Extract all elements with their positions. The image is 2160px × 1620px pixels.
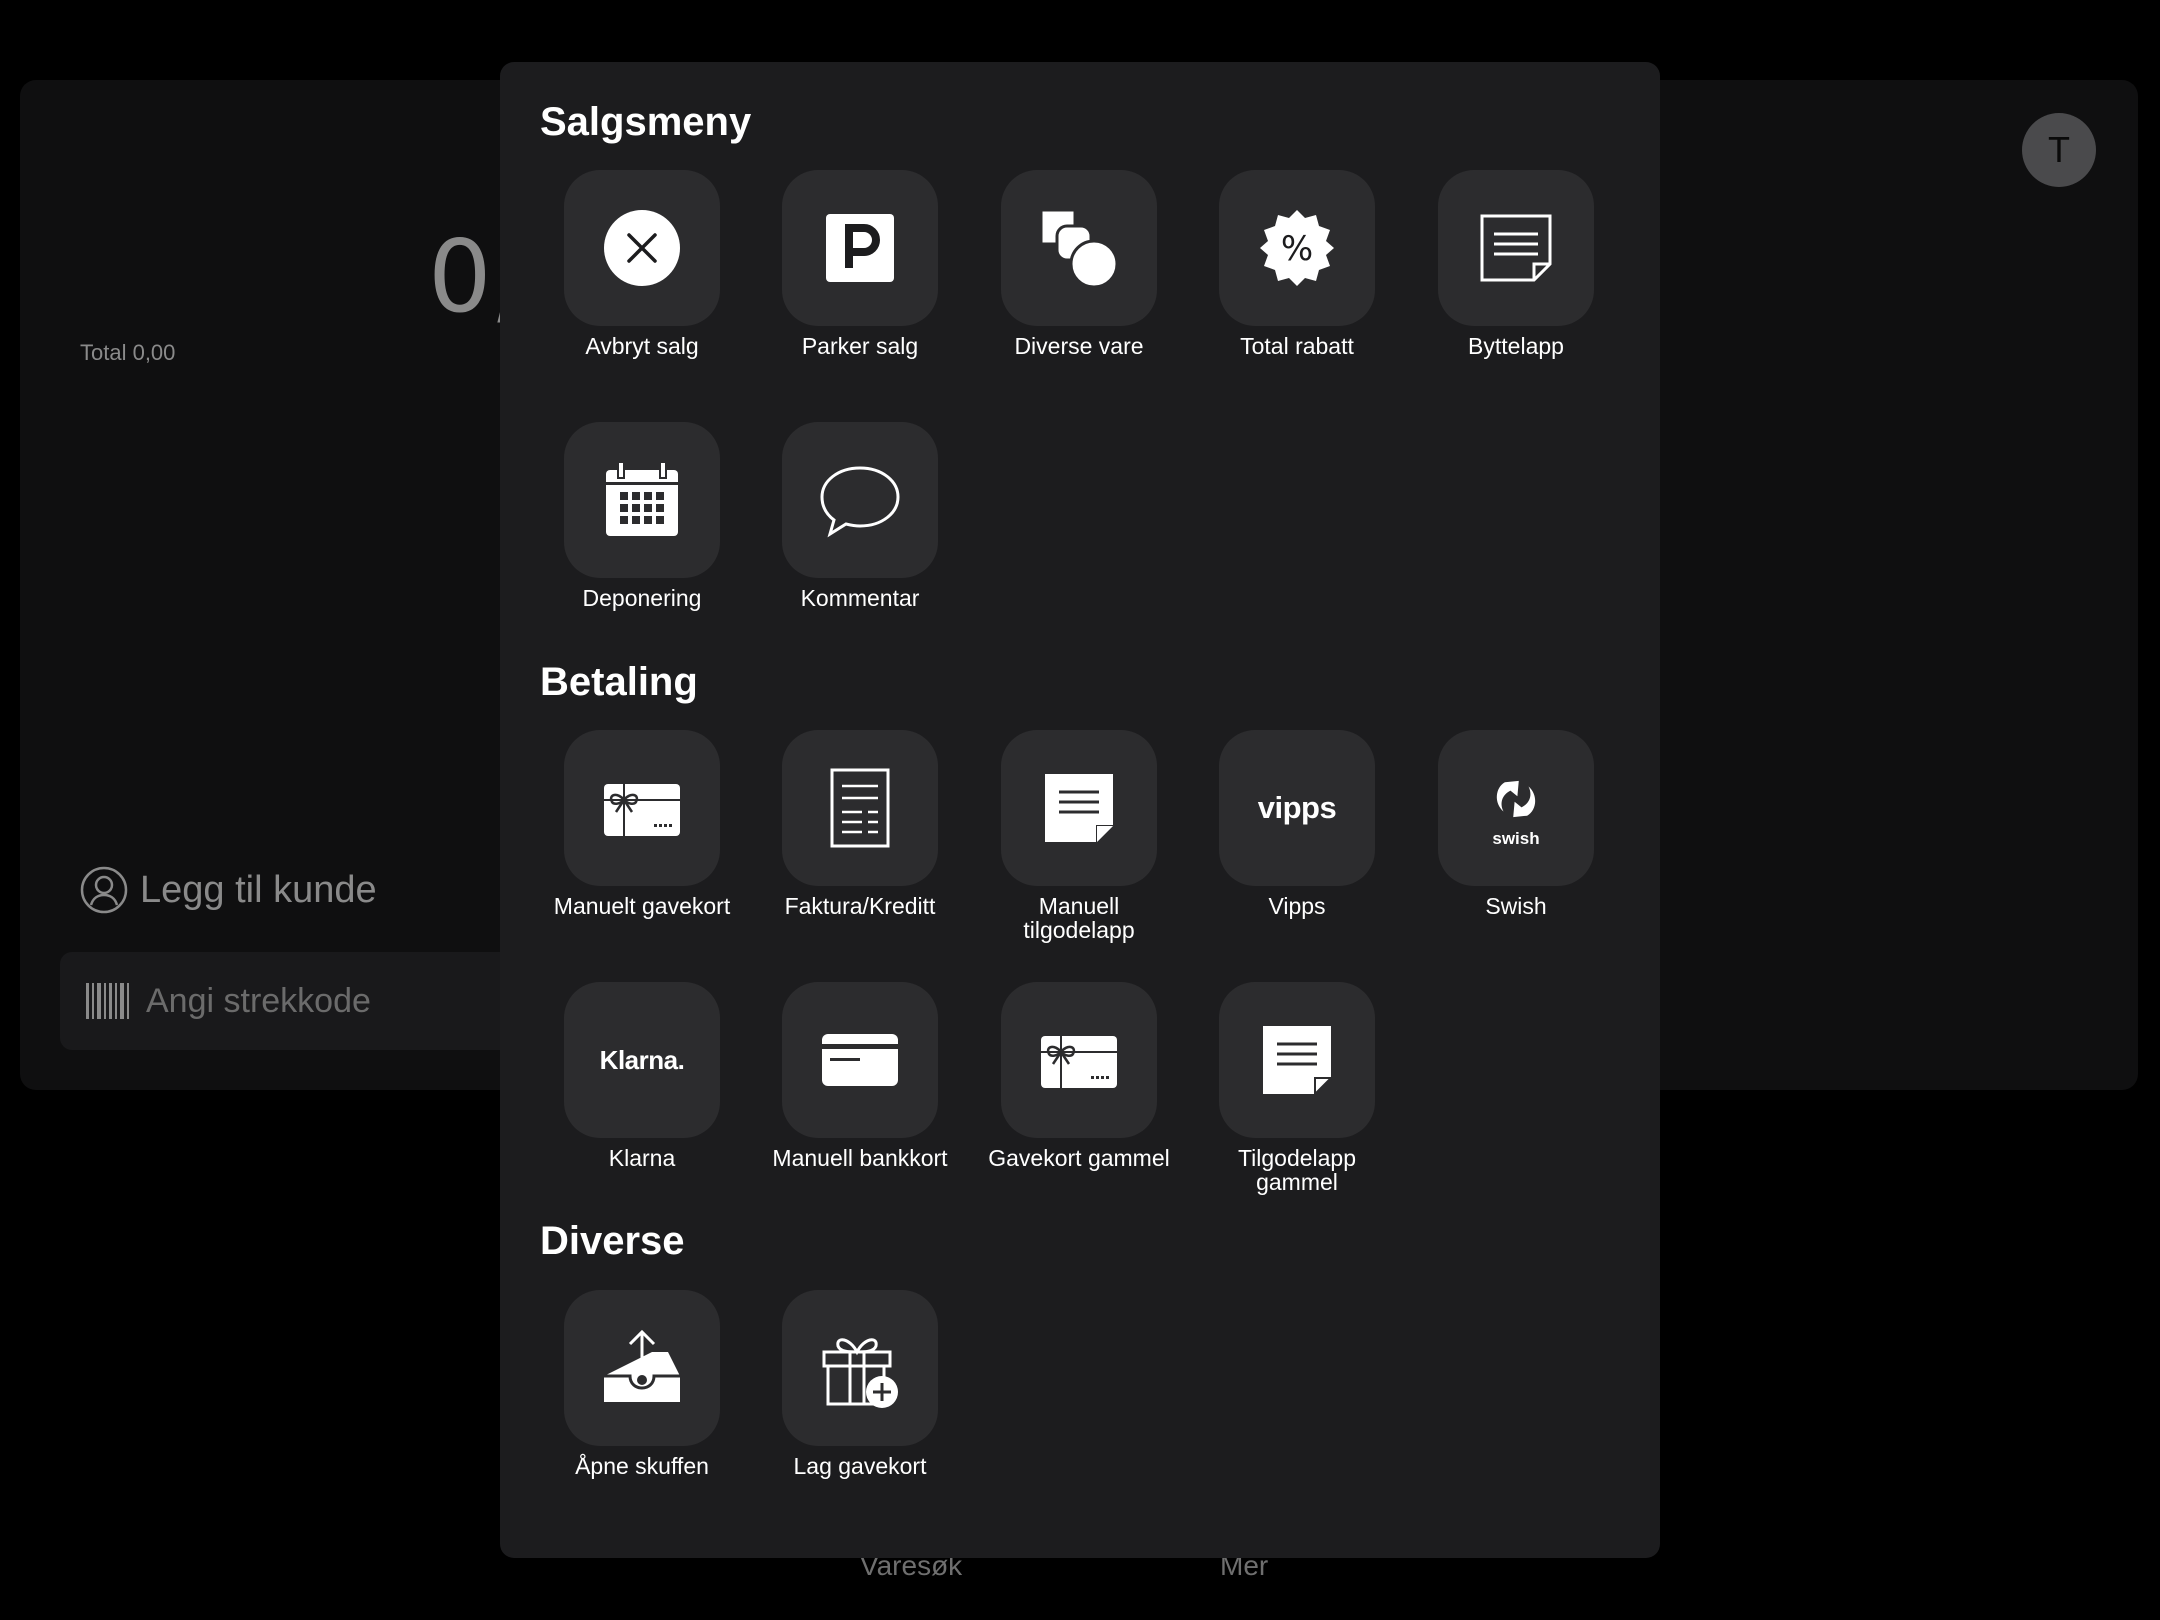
tile-label: Kommentar bbox=[800, 585, 920, 611]
tile-klarna[interactable]: Klarna. Klarna bbox=[542, 982, 742, 1170]
klarna-logo: Klarna. bbox=[599, 1044, 685, 1075]
invoice-credit-button[interactable] bbox=[782, 730, 938, 886]
tile-manual-gift-card[interactable]: Manuelt gavekort bbox=[542, 730, 742, 918]
tile-swish[interactable]: swish Swish bbox=[1416, 730, 1616, 918]
open-drawer-icon bbox=[604, 1329, 680, 1402]
tile-label: Klarna bbox=[608, 1145, 676, 1171]
note-icon bbox=[1480, 214, 1552, 282]
speech-bubble-icon bbox=[820, 466, 900, 538]
calendar-icon bbox=[606, 461, 678, 536]
tile-label: Tilgodelapp gammel bbox=[1237, 1145, 1357, 1195]
tile-label: Manuell bankkort bbox=[772, 1145, 948, 1171]
discount-badge-icon: % bbox=[1260, 210, 1334, 286]
section-title-salgsmeny: Salgsmeny bbox=[540, 100, 752, 144]
vipps-button[interactable]: vipps bbox=[1219, 730, 1375, 886]
sticky-note-icon bbox=[1045, 774, 1113, 842]
comment-button[interactable] bbox=[782, 422, 938, 578]
tile-comment[interactable]: Kommentar bbox=[760, 422, 960, 610]
manual-credit-note-button[interactable] bbox=[1001, 730, 1157, 886]
tile-total-discount[interactable]: % Total rabatt bbox=[1197, 170, 1397, 358]
tile-create-gift-card[interactable]: Lag gavekort bbox=[760, 1290, 960, 1478]
create-gift-card-button[interactable] bbox=[782, 1290, 938, 1446]
vipps-logo: vipps bbox=[1257, 790, 1337, 825]
old-gift-card-button[interactable] bbox=[1001, 982, 1157, 1138]
tile-label: Manuell tilgodelapp bbox=[1023, 893, 1135, 943]
svg-text:%: % bbox=[1281, 229, 1313, 269]
open-drawer-button[interactable] bbox=[564, 1290, 720, 1446]
tile-manual-credit-note[interactable]: Manuell tilgodelapp bbox=[979, 730, 1179, 942]
swish-logo bbox=[1496, 780, 1536, 818]
tile-park-sale[interactable]: Parker salg bbox=[760, 170, 960, 358]
tile-label: Deponering bbox=[582, 585, 702, 611]
total-discount-button[interactable]: % bbox=[1219, 170, 1375, 326]
tile-label: Gavekort gammel bbox=[988, 1145, 1170, 1171]
tile-label: Total rabatt bbox=[1240, 333, 1354, 359]
swish-button[interactable]: swish bbox=[1438, 730, 1594, 886]
tile-label: Åpne skuffen bbox=[575, 1453, 709, 1479]
sales-menu-modal: Salgsmeny Avbryt salg Parker salg Divers… bbox=[500, 62, 1660, 1558]
user-icon bbox=[80, 866, 128, 914]
tile-deposit[interactable]: Deponering bbox=[542, 422, 742, 610]
tile-label: Diverse vare bbox=[1014, 333, 1144, 359]
manual-gift-card-button[interactable] bbox=[564, 730, 720, 886]
tile-label: Faktura/Kreditt bbox=[784, 893, 936, 919]
section-title-betaling: Betaling bbox=[540, 660, 698, 704]
parking-icon bbox=[826, 214, 894, 282]
cancel-circle-icon bbox=[604, 210, 680, 286]
barcode-icon bbox=[86, 983, 129, 1019]
klarna-button[interactable]: Klarna. bbox=[564, 982, 720, 1138]
swish-wordmark: swish bbox=[1492, 829, 1540, 848]
shapes-icon bbox=[1039, 208, 1119, 289]
section-title-diverse: Diverse bbox=[540, 1219, 685, 1263]
sale-total: Total 0,00 bbox=[80, 340, 176, 365]
manual-bank-card-button[interactable] bbox=[782, 982, 938, 1138]
tile-invoice-credit[interactable]: Faktura/Kreditt bbox=[760, 730, 960, 918]
tile-open-drawer[interactable]: Åpne skuffen bbox=[542, 1290, 742, 1478]
invoice-icon bbox=[830, 768, 890, 848]
sticky-note-icon bbox=[1263, 1026, 1334, 1097]
tile-label: Manuelt gavekort bbox=[553, 893, 731, 919]
tile-label: Byttelapp bbox=[1468, 333, 1564, 359]
park-sale-button[interactable] bbox=[782, 170, 938, 326]
tile-misc-item[interactable]: Diverse vare bbox=[979, 170, 1179, 358]
old-credit-note-button[interactable] bbox=[1219, 982, 1375, 1138]
deposit-button[interactable] bbox=[564, 422, 720, 578]
tile-old-credit-note[interactable]: Tilgodelapp gammel bbox=[1197, 982, 1397, 1194]
gift-card-icon bbox=[1041, 1036, 1117, 1088]
tile-label: Parker salg bbox=[801, 333, 919, 359]
tile-label: Vipps bbox=[1268, 893, 1326, 919]
tile-label: Lag gavekort bbox=[793, 1453, 927, 1479]
tile-vipps[interactable]: vipps Vipps bbox=[1197, 730, 1397, 918]
tile-exchange-note[interactable]: Byttelapp bbox=[1416, 170, 1616, 358]
add-customer-button[interactable]: Legg til kunde bbox=[80, 866, 377, 914]
tile-label: Avbryt salg bbox=[585, 333, 699, 359]
exchange-note-button[interactable] bbox=[1438, 170, 1594, 326]
gift-card-icon bbox=[604, 784, 680, 836]
misc-item-button[interactable] bbox=[1001, 170, 1157, 326]
tile-cancel-sale[interactable]: Avbryt salg bbox=[542, 170, 742, 358]
add-customer-label: Legg til kunde bbox=[140, 868, 377, 911]
bank-card-icon bbox=[822, 1034, 898, 1086]
tile-manual-bank-card[interactable]: Manuell bankkort bbox=[760, 982, 960, 1170]
user-avatar[interactable]: T bbox=[2022, 113, 2096, 187]
tile-label: Swish bbox=[1485, 893, 1547, 919]
gift-add-icon bbox=[822, 1338, 898, 1408]
tile-old-gift-card[interactable]: Gavekort gammel bbox=[979, 982, 1179, 1170]
cancel-sale-button[interactable] bbox=[564, 170, 720, 326]
